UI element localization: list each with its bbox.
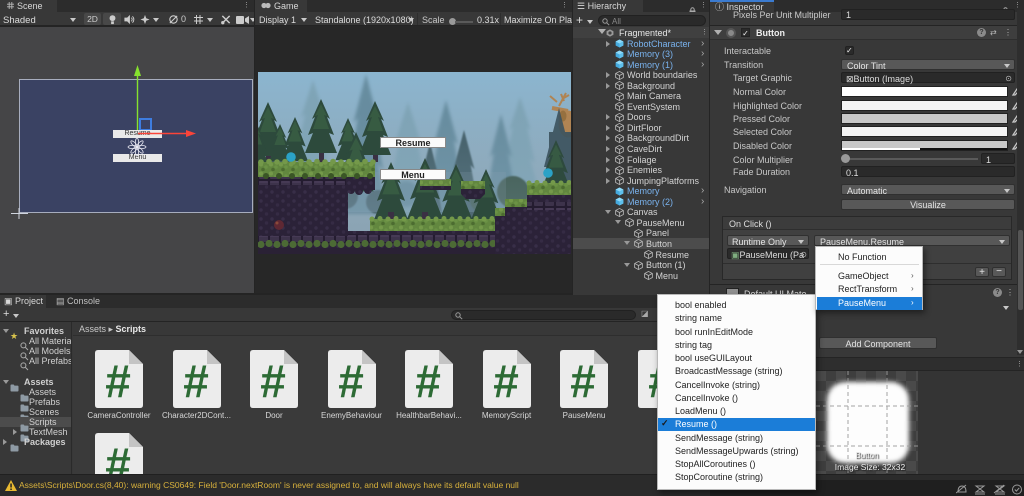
svg-text:#: # <box>570 355 596 407</box>
svg-text:#: # <box>183 355 209 407</box>
svg-text:#: # <box>105 355 131 407</box>
svg-text:#: # <box>260 355 286 407</box>
svg-text:#: # <box>493 355 519 407</box>
svg-text:#: # <box>338 355 364 407</box>
svg-text:#: # <box>415 355 441 407</box>
svg-text:#: # <box>105 438 131 474</box>
